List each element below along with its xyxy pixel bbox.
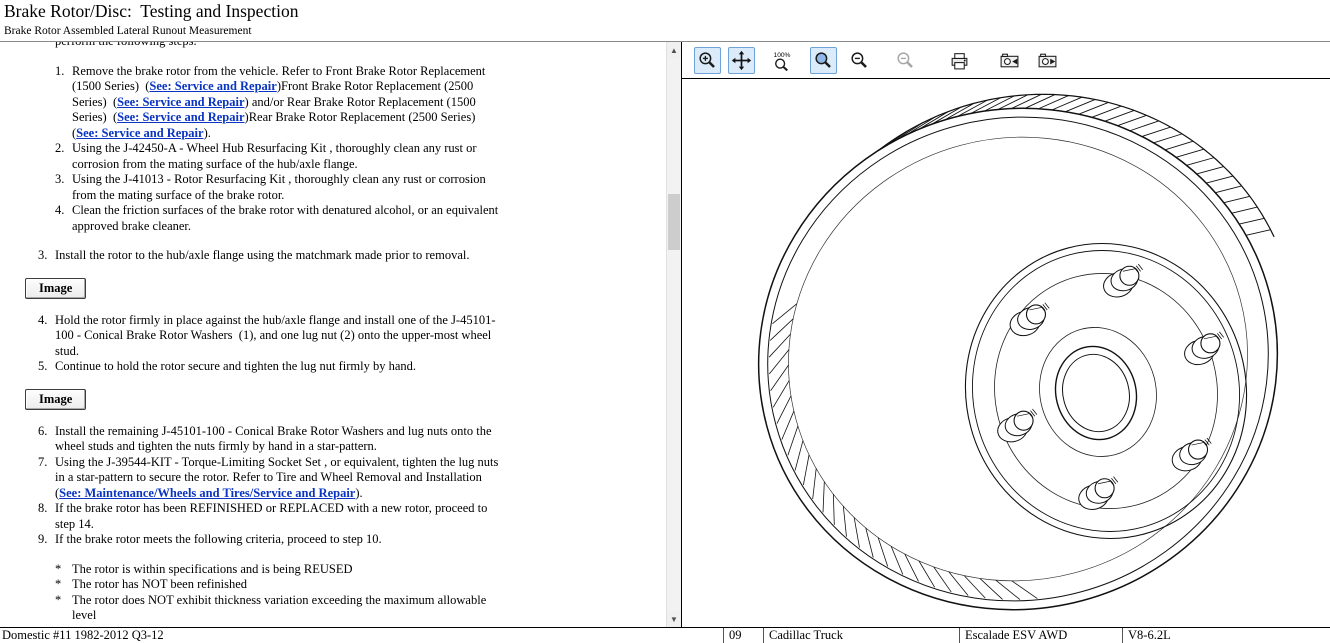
bullet-list: *The rotor is within specifications and …	[0, 562, 507, 624]
scrollbar-thumb[interactable]	[668, 194, 680, 250]
status-bar: Domestic #11 1982-2012 Q3-1209Cadillac T…	[0, 627, 1330, 643]
item-marker: 4.	[38, 313, 55, 360]
pan-icon	[731, 50, 752, 71]
bullet-item: *The rotor has NOT been refinished	[55, 577, 507, 593]
print-button[interactable]	[946, 47, 973, 74]
zoom-full-out-button	[892, 47, 919, 74]
step-item: 6.Install the remaining J-45101-100 - Co…	[38, 424, 507, 455]
status-engine: V8-6.2L	[1122, 628, 1330, 643]
zoom-out-icon	[849, 50, 870, 71]
document-content: perform the following steps. 1.Remove the…	[0, 42, 507, 627]
item-marker: *	[55, 562, 72, 578]
document-panel: perform the following steps. 1.Remove the…	[0, 42, 681, 627]
item-marker: 9.	[38, 532, 55, 548]
zoom-out-button[interactable]	[846, 47, 873, 74]
step-item: 4.Clean the friction surfaces of the bra…	[55, 203, 507, 234]
zoom-out-icon	[895, 50, 916, 71]
item-text: The rotor does NOT exhibit thickness var…	[72, 593, 507, 624]
step-item: 3.Install the rotor to the hub/axle flan…	[38, 248, 507, 264]
step-item: 5.Continue to hold the rotor secure and …	[38, 359, 507, 375]
zoom-100-icon: 100%	[773, 50, 794, 71]
camera-prev-icon	[999, 50, 1020, 71]
step-item: 7.Using the J-39544-KIT - Torque-Limitin…	[38, 455, 507, 502]
status-coverage: Domestic #11 1982-2012 Q3-12	[0, 628, 723, 643]
image-button[interactable]: Image	[25, 389, 86, 410]
step-item: 2.Using the J-42450-A - Wheel Hub Resurf…	[55, 141, 507, 172]
image-button[interactable]: Image	[25, 278, 86, 299]
item-marker: 2.	[55, 141, 72, 172]
image-viewer-panel: 100%	[681, 42, 1330, 627]
zoom-window-button[interactable]	[810, 47, 837, 74]
service-link[interactable]: See: Service and Repair	[117, 110, 244, 124]
item-marker: 6.	[38, 424, 55, 455]
step-item: 1.Remove the brake rotor from the vehicl…	[55, 64, 507, 142]
status-model: Escalade ESV AWD	[959, 628, 1122, 643]
bullet-item: *The rotor does NOT exhibit thickness va…	[55, 593, 507, 624]
item-text: The rotor is within specifications and i…	[72, 562, 507, 578]
item-text: Using the J-39544-KIT - Torque-Limiting …	[55, 455, 507, 502]
page-title: Brake Rotor/Disc: Testing and Inspection	[4, 1, 1326, 22]
steps-list: 1.Remove the brake rotor from the vehicl…	[0, 64, 507, 235]
item-marker: 3.	[38, 248, 55, 264]
item-text: Using the J-42450-A - Wheel Hub Resurfac…	[72, 141, 507, 172]
print-icon	[949, 50, 970, 71]
item-marker: 3.	[55, 172, 72, 203]
next-image-button[interactable]	[1034, 47, 1061, 74]
pan-button[interactable]	[728, 47, 755, 74]
service-link[interactable]: See: Service and Repair	[76, 126, 203, 140]
service-link[interactable]: See: Service and Repair	[149, 79, 276, 93]
zoom-in-button[interactable]	[694, 47, 721, 74]
intro-text: perform the following steps.	[0, 42, 507, 50]
svg-text:100%: 100%	[774, 51, 791, 58]
steps-list: 4.Hold the rotor firmly in place against…	[0, 313, 507, 375]
item-text: If the brake rotor meets the following c…	[55, 532, 507, 548]
previous-image-button[interactable]	[996, 47, 1023, 74]
step-item: 8.If the brake rotor has been REFINISHED…	[38, 501, 507, 532]
scroll-down-button[interactable]: ▼	[667, 611, 681, 627]
item-marker: 5.	[38, 359, 55, 375]
service-link[interactable]: See: Maintenance/Wheels and Tires/Servic…	[59, 486, 355, 500]
item-marker: *	[55, 593, 72, 624]
item-text: Install the remaining J-45101-100 - Coni…	[55, 424, 507, 455]
app-window: Brake Rotor/Disc: Testing and Inspection…	[0, 0, 1330, 643]
item-text: If the brake rotor has been REFINISHED o…	[55, 501, 507, 532]
viewer-toolbar: 100%	[682, 42, 1330, 79]
item-marker: 8.	[38, 501, 55, 532]
item-text: Install the rotor to the hub/axle flange…	[55, 248, 507, 264]
item-text: Remove the brake rotor from the vehicle.…	[72, 64, 507, 142]
item-text: Continue to hold the rotor secure and ti…	[55, 359, 507, 375]
vertical-scrollbar[interactable]: ▲ ▼	[666, 42, 681, 627]
item-text: Clean the friction surfaces of the brake…	[72, 203, 507, 234]
steps-list: 6.Install the remaining J-45101-100 - Co…	[0, 424, 507, 548]
page-subtitle: Brake Rotor Assembled Lateral Runout Mea…	[4, 25, 1326, 37]
bullet-item: *The rotor is within specifications and …	[55, 562, 507, 578]
step-item: 9.If the brake rotor meets the following…	[38, 532, 507, 548]
zoom-in-icon	[697, 50, 718, 71]
step-item: 4.Hold the rotor firmly in place against…	[38, 313, 507, 360]
camera-next-icon	[1037, 50, 1058, 71]
page-header: Brake Rotor/Disc: Testing and Inspection…	[0, 0, 1330, 42]
item-text: Using the J-41013 - Rotor Resurfacing Ki…	[72, 172, 507, 203]
item-marker: 4.	[55, 203, 72, 234]
item-text: The rotor has NOT been refinished	[72, 577, 507, 593]
brake-rotor-illustration	[682, 79, 1330, 627]
service-link[interactable]: See: Service and Repair	[117, 95, 244, 109]
zoom-100-button[interactable]: 100%	[770, 47, 797, 74]
item-marker: 1.	[55, 64, 72, 142]
steps-list: 3.Install the rotor to the hub/axle flan…	[0, 248, 507, 264]
item-marker: 7.	[38, 455, 55, 502]
status-make: Cadillac Truck	[763, 628, 959, 643]
item-marker: *	[55, 577, 72, 593]
scroll-up-button[interactable]: ▲	[667, 42, 681, 58]
status-code: 09	[723, 628, 763, 643]
zoom-window-icon	[813, 50, 834, 71]
step-item: 3.Using the J-41013 - Rotor Resurfacing …	[55, 172, 507, 203]
image-canvas[interactable]	[682, 79, 1330, 627]
main-split: perform the following steps. 1.Remove the…	[0, 42, 1330, 627]
item-text: Hold the rotor firmly in place against t…	[55, 313, 507, 360]
